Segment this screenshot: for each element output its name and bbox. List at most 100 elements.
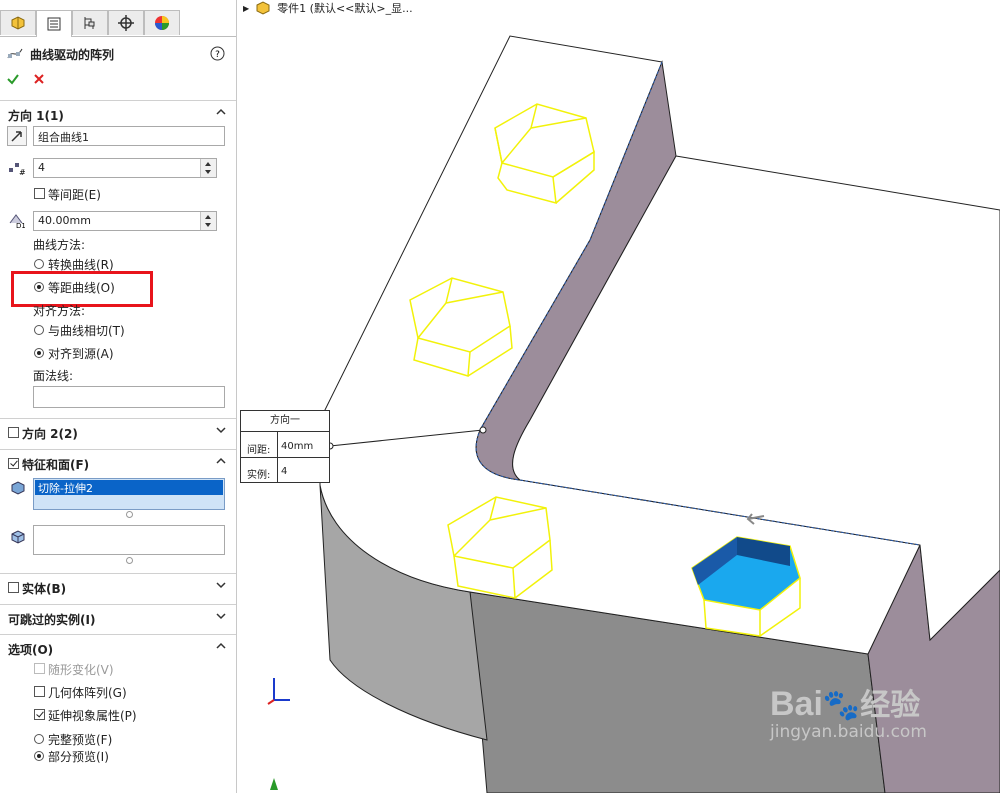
features-header[interactable]: 特征和面(F): [0, 449, 236, 478]
bodies-title: 实体(B): [22, 582, 67, 596]
direction1-title: 方向 1(1): [8, 109, 64, 123]
coordinate-triad-icon: [267, 678, 290, 705]
callout-spacing-label: 间距:: [247, 445, 271, 456]
full-preview-radio[interactable]: [34, 734, 44, 744]
callout-spacing-value[interactable]: 40mm: [281, 441, 313, 452]
geometry-pattern-checkbox[interactable]: [34, 686, 45, 697]
curve-method-label: 曲线方法:: [33, 238, 86, 252]
configuration-manager-icon: [84, 17, 95, 29]
features-list[interactable]: 切除-拉伸2: [33, 478, 225, 510]
property-manager-icon: [47, 17, 61, 31]
spacing-input[interactable]: 40.00mm: [33, 211, 217, 231]
align-origin-radio[interactable]: [34, 348, 44, 358]
graphics-viewport[interactable]: ▶ 零件1 (默认<<默认>_显...: [237, 0, 1000, 793]
transform-curve-radio[interactable]: [34, 259, 44, 269]
equal-spacing-label: 等间距(E): [48, 188, 101, 202]
offset-curve-label: 等距曲线(O): [48, 281, 115, 295]
propagate-visual-label: 延伸视象属性(P): [48, 709, 137, 723]
partial-preview-radio[interactable]: [34, 751, 44, 761]
dimxpert-icon: [118, 15, 134, 31]
geometry-pattern-label: 几何体阵列(G): [48, 686, 127, 700]
instances-input[interactable]: 4: [33, 158, 217, 178]
manager-tabs: [0, 10, 236, 37]
direction2-header[interactable]: 方向 2(2): [0, 418, 236, 447]
instances-icon: #: [9, 163, 25, 176]
chevron-down-icon: [216, 613, 226, 620]
expand-arrow-icon[interactable]: ▶: [243, 4, 249, 13]
callout-title: 方向一: [241, 411, 329, 432]
watermark-brand2: 经验: [860, 688, 921, 723]
callout-instances-value[interactable]: 4: [281, 466, 287, 477]
chevron-up-icon: [216, 457, 226, 464]
chevron-down-icon: [216, 582, 226, 589]
ok-check-icon[interactable]: [6, 72, 20, 86]
partial-preview-label: 部分预览(I): [48, 750, 109, 764]
bodies-header[interactable]: 实体(B): [0, 573, 236, 602]
tab-configuration-manager[interactable]: [72, 10, 108, 35]
reverse-direction-icon[interactable]: [7, 126, 27, 146]
tangent-label: 与曲线相切(T): [48, 324, 125, 338]
faces-icon: [11, 530, 25, 544]
spacing-icon: D1: [9, 214, 25, 229]
svg-text:?: ?: [215, 50, 220, 60]
vary-sketch-label: 随形变化(V): [48, 663, 114, 677]
tab-display-manager[interactable]: [144, 10, 180, 35]
align-origin-label: 对齐到源(A): [48, 347, 114, 361]
spacing-spinner[interactable]: [200, 212, 216, 230]
chevron-up-icon: [216, 642, 226, 649]
offset-curve-radio[interactable]: [34, 282, 44, 292]
tab-dimxpert[interactable]: [108, 10, 144, 35]
part-icon: [256, 1, 270, 15]
full-preview-label: 完整预览(F): [48, 733, 113, 747]
chevron-down-icon: [216, 427, 226, 434]
face-normal-label: 面法线:: [33, 369, 74, 383]
baidu-watermark: Bai🐾经验 jingyan.baidu.com: [770, 680, 927, 742]
tangent-radio[interactable]: [34, 325, 44, 335]
instances-value: 4: [38, 161, 45, 174]
watermark-brand: Bai: [770, 685, 823, 723]
svg-text:D1: D1: [16, 222, 25, 229]
direction1-header[interactable]: 方向 1(1): [0, 100, 236, 129]
feature-tree-flyout[interactable]: ▶ 零件1 (默认<<默认>_显...: [243, 0, 413, 16]
curve-pattern-icon: [7, 48, 23, 59]
propagate-visual-checkbox[interactable]: [34, 709, 45, 720]
features-title: 特征和面(F): [22, 458, 90, 472]
equal-spacing-checkbox[interactable]: [34, 188, 45, 199]
options-title: 选项(O): [8, 643, 54, 657]
resize-handle[interactable]: [126, 557, 133, 564]
watermark-url: jingyan.baidu.com: [770, 722, 927, 742]
chevron-up-icon: [216, 108, 226, 115]
spacing-value: 40.00mm: [38, 214, 91, 227]
features-list-icon: [11, 481, 25, 495]
resize-handle[interactable]: [126, 511, 133, 518]
tab-property-manager[interactable]: [36, 10, 72, 37]
features-checkbox[interactable]: [8, 458, 19, 469]
face-normal-field[interactable]: [33, 386, 225, 408]
display-manager-icon: [155, 16, 169, 30]
paw-icon: 🐾: [822, 688, 861, 723]
vary-sketch-checkbox: [34, 663, 45, 674]
selected-feature-item[interactable]: 切除-拉伸2: [35, 480, 223, 495]
options-header[interactable]: 选项(O): [0, 634, 236, 663]
skip-instances-title: 可跳过的实例(I): [8, 613, 96, 627]
feature-manager-icon: [11, 16, 25, 30]
curve-selection-field[interactable]: 组合曲线1: [33, 126, 225, 146]
page-title: 曲线驱动的阵列: [30, 48, 115, 62]
property-manager-panel: 曲线驱动的阵列 ? 方向 1(1) 组合曲线1 # 4 等间距(E) D1 40…: [0, 0, 237, 793]
instances-spinner[interactable]: [200, 159, 216, 177]
direction-callout[interactable]: 方向一 间距: 40mm 实例: 4: [240, 410, 330, 483]
faces-field[interactable]: [33, 525, 225, 555]
tree-path-text: 零件1 (默认<<默认>_显...: [277, 2, 413, 15]
bodies-checkbox[interactable]: [8, 582, 19, 593]
direction2-checkbox[interactable]: [8, 427, 19, 438]
callout-instances-label: 实例:: [247, 470, 271, 481]
model-view[interactable]: [237, 0, 1000, 793]
cancel-x-icon[interactable]: [32, 72, 46, 86]
direction2-title: 方向 2(2): [22, 427, 78, 441]
svg-text:#: #: [19, 168, 25, 176]
tab-feature-manager[interactable]: [0, 10, 36, 35]
skip-instances-header[interactable]: 可跳过的实例(I): [0, 604, 236, 633]
align-method-label: 对齐方法:: [33, 304, 86, 318]
help-icon[interactable]: ?: [210, 46, 225, 61]
origin-marker-icon: [270, 778, 278, 790]
